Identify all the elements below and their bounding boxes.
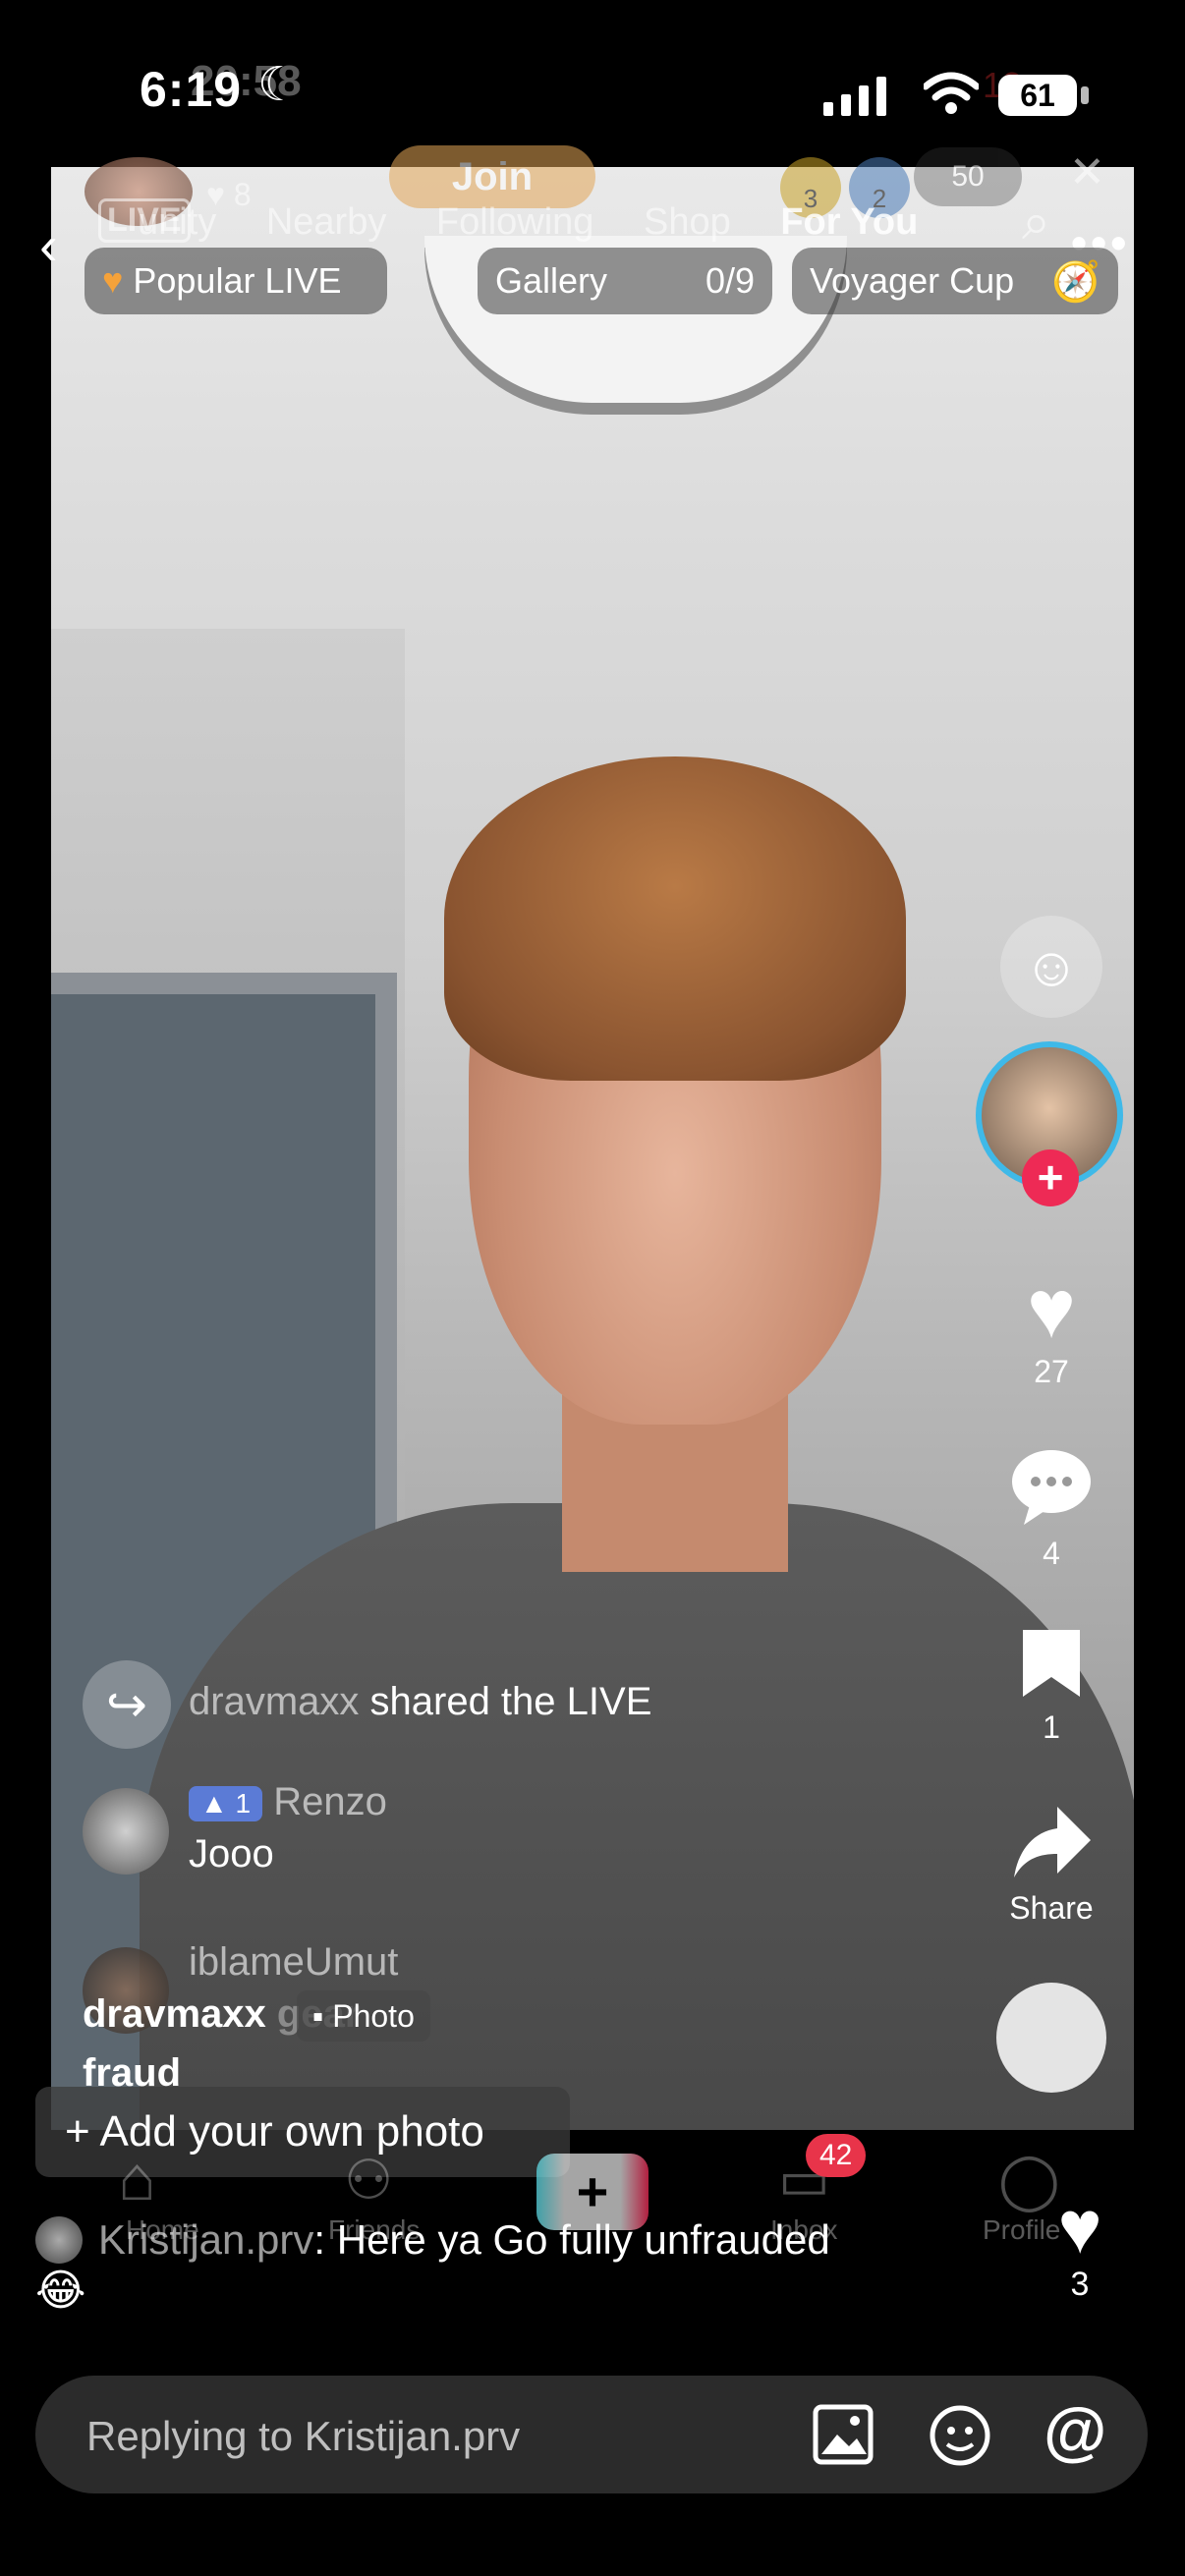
sticker-icon[interactable] — [928, 2403, 992, 2468]
voyager-cup-label: Voyager Cup — [810, 260, 1015, 301]
tab-community[interactable]: unity — [138, 201, 216, 243]
gallery-label: Gallery — [495, 260, 608, 301]
tab-nearby[interactable]: Nearby — [266, 201, 387, 243]
image-icon[interactable] — [812, 2403, 875, 2466]
follow-plus-icon[interactable]: + — [1022, 1149, 1079, 1206]
feed-tabs: unity Nearby Following Shop For You — [138, 201, 957, 244]
video-person-hair — [444, 756, 906, 1081]
chat-message: ▲ 1 Renzo Jooo — [189, 1780, 387, 1876]
heart-icon: ♥ — [1057, 2186, 1102, 2269]
gallery-pill[interactable]: Gallery 0/9 — [478, 248, 772, 314]
signal-icon — [823, 77, 886, 116]
gift-button[interactable] — [996, 1983, 1106, 2093]
photo-tag-label: Photo — [332, 1998, 415, 2034]
level-badge-number: 1 — [235, 1788, 252, 1820]
battery-indicator: 61 — [998, 75, 1077, 116]
add-photo-label: Add your own photo — [99, 2107, 484, 2156]
comment-count: 4 — [1043, 1536, 1060, 1571]
gallery-count: 0/9 — [705, 260, 755, 301]
chat-avatar[interactable] — [83, 1788, 169, 1875]
wifi-icon — [924, 72, 979, 114]
chat-message: iblameUmut — [189, 1940, 398, 1985]
heart-icon: ♥ — [102, 260, 124, 301]
friends-icon[interactable]: ⚇ — [344, 2148, 393, 2212]
reply-context-emoji: 😂 — [35, 2267, 86, 2315]
add-photo-button[interactable]: + Add your own photo — [35, 2087, 570, 2177]
sticker-username[interactable]: dravmaxx — [83, 1992, 266, 2036]
search-icon[interactable]: ⌕ — [1022, 193, 1050, 252]
viewer-count[interactable]: 50 — [914, 147, 1022, 206]
heart-icon: ♥ — [1027, 1262, 1076, 1355]
inbox-badge: 42 — [806, 2134, 867, 2177]
tab-following[interactable]: Following — [436, 201, 594, 243]
battery-level: 61 — [1020, 78, 1055, 113]
share-arrow-icon — [1014, 1807, 1091, 1877]
compass-icon: 🧭 — [1051, 259, 1100, 304]
join-button[interactable]: Join — [389, 145, 595, 208]
share-label: Share — [1009, 1890, 1094, 1926]
reply-input-bar[interactable]: Replying to Kristijan.prv @ — [35, 2376, 1148, 2493]
popular-live-pill[interactable]: ♥ Popular LIVE — [85, 248, 387, 314]
like-button[interactable]: ♥ 27 — [983, 1267, 1120, 1390]
status-bar: 6:19 20:58 ☾ 18 61 — [0, 0, 1185, 167]
save-count: 1 — [1043, 1709, 1060, 1745]
effects-icon[interactable]: ☺ — [1000, 916, 1102, 1018]
like-count: 27 — [1034, 1354, 1069, 1389]
bookmark-icon — [1023, 1630, 1080, 1697]
battery-cap — [1081, 86, 1089, 104]
level-badge: ▲ 1 — [189, 1786, 263, 1822]
share-event-user[interactable]: dravmaxx — [189, 1680, 359, 1723]
reply-context-text: : Here ya Go fully unfrauded — [313, 2216, 830, 2263]
comment-bubble-icon — [1012, 1450, 1091, 1525]
chat-username[interactable]: Renzo — [273, 1780, 387, 1823]
reply-like-button[interactable]: ♥ 3 — [1036, 2191, 1124, 2304]
reply-like-count: 3 — [1070, 2266, 1090, 2303]
back-chevron-icon[interactable]: ‹ — [39, 218, 58, 273]
home-icon[interactable]: ⌂ — [118, 2142, 156, 2214]
share-button[interactable]: Share — [983, 1803, 1120, 1927]
mention-icon[interactable]: @ — [1044, 2393, 1106, 2468]
share-event-text: shared the LIVE — [369, 1680, 652, 1723]
photo-tag[interactable]: ▪ Photo — [297, 1990, 430, 2042]
reply-input[interactable]: Replying to Kristijan.prv — [86, 2413, 520, 2460]
voyager-cup-pill[interactable]: Voyager Cup 🧭 — [792, 248, 1118, 314]
save-button[interactable]: 1 — [983, 1626, 1120, 1746]
tab-for-you[interactable]: For You — [780, 201, 918, 243]
chat-text: Jooo — [189, 1832, 274, 1876]
close-icon[interactable]: ✕ — [1069, 147, 1105, 197]
popular-live-label: Popular LIVE — [133, 260, 342, 301]
reply-context-user[interactable]: Kristijan.prv — [98, 2216, 313, 2263]
reply-context-message: Kristijan.prv: Here ya Go fully unfraude… — [98, 2216, 830, 2264]
plus-icon: + — [65, 2107, 90, 2156]
comment-button[interactable]: 4 — [983, 1444, 1120, 1572]
tab-shop[interactable]: Shop — [644, 201, 731, 243]
photo-icon: ▪ — [312, 1998, 324, 2034]
chat-username[interactable]: iblameUmut — [189, 1940, 398, 1984]
reply-user-avatar — [35, 2216, 83, 2264]
moon-icon: ☾ — [257, 59, 301, 111]
share-event-message: dravmaxx shared the LIVE — [189, 1680, 651, 1724]
share-event-icon: ↪ — [83, 1660, 171, 1749]
